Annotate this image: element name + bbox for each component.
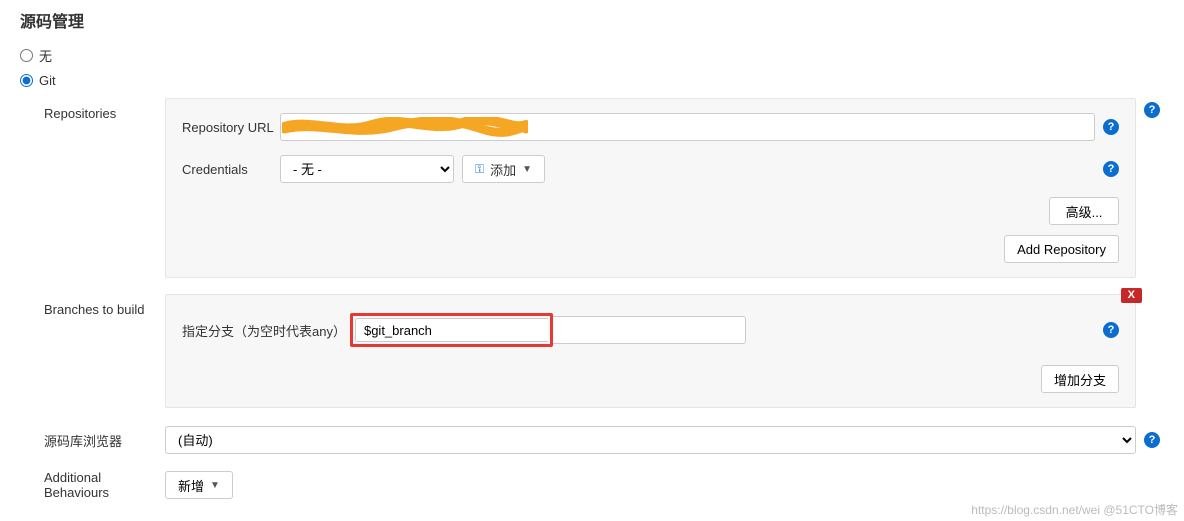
add-repository-button[interactable]: Add Repository <box>1004 235 1119 263</box>
credentials-label: Credentials <box>182 162 280 177</box>
branch-spec-label: 指定分支（为空时代表any） <box>182 321 350 340</box>
help-icon[interactable]: ? <box>1144 432 1160 448</box>
scm-option-git[interactable]: Git <box>20 69 1164 92</box>
advanced-button[interactable]: 高级... <box>1049 197 1119 225</box>
credentials-select[interactable]: - 无 - <box>280 155 454 183</box>
repo-browser-label: 源码库浏览器 <box>20 431 165 450</box>
branches-label: Branches to build <box>20 294 165 408</box>
section-title: 源码管理 <box>0 0 1184 42</box>
repo-url-label: Repository URL <box>182 120 280 135</box>
add-behaviour-button[interactable]: 新增 ▼ <box>165 471 233 499</box>
branch-input-highlight <box>350 313 553 347</box>
repo-browser-select[interactable]: (自动) <box>165 426 1136 454</box>
add-branch-button[interactable]: 增加分支 <box>1041 365 1119 393</box>
scm-radio-git[interactable] <box>20 74 33 87</box>
help-icon[interactable]: ? <box>1103 322 1119 338</box>
help-icon[interactable]: ? <box>1103 119 1119 135</box>
branch-input[interactable] <box>355 318 548 342</box>
scm-radio-none[interactable] <box>20 49 33 62</box>
additional-behaviours-label: Additional Behaviours <box>20 470 165 500</box>
branch-input-tail[interactable] <box>553 316 746 344</box>
add-credentials-label: 添加 <box>490 160 516 179</box>
chevron-down-icon: ▼ <box>210 480 220 491</box>
repositories-label: Repositories <box>20 98 165 278</box>
scm-radio-git-label: Git <box>39 73 56 88</box>
scm-option-none[interactable]: 无 <box>20 42 1164 69</box>
repo-url-input[interactable] <box>280 113 1095 141</box>
chevron-down-icon: ▼ <box>522 164 532 175</box>
branches-panel: X 指定分支（为空时代表any） ? 增加分支 <box>165 294 1136 408</box>
repositories-panel: Repository URL ? Credentials - 无 - ⚿ <box>165 98 1136 278</box>
help-icon[interactable]: ? <box>1144 102 1160 118</box>
delete-branch-button[interactable]: X <box>1121 288 1142 303</box>
help-icon[interactable]: ? <box>1103 161 1119 177</box>
add-credentials-button[interactable]: ⚿ 添加 ▼ <box>462 155 545 183</box>
key-icon: ⚿ <box>475 162 484 177</box>
scm-radio-none-label: 无 <box>39 46 52 65</box>
